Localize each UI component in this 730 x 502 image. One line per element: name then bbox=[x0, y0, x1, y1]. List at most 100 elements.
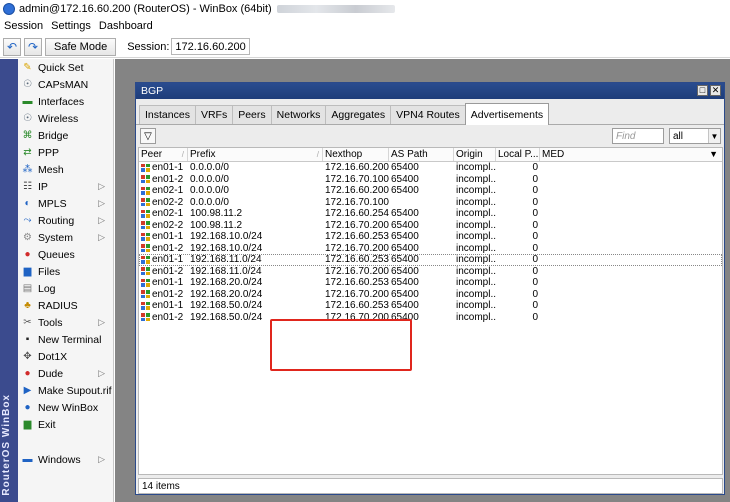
column-header-local-pref[interactable]: Local P... bbox=[496, 148, 540, 161]
cell-prefix: 0.0.0.0/0 bbox=[190, 185, 229, 196]
peer-status-icon bbox=[141, 198, 150, 207]
table-row[interactable]: en01-1 0.0.0.0/0 172.16.60.200 65400 incompl… bbox=[139, 162, 722, 174]
tab-networks[interactable]: Networks bbox=[270, 105, 327, 124]
close-icon: ✕ bbox=[711, 85, 720, 95]
cell-as-path bbox=[389, 197, 454, 209]
sidebar-item-ppp[interactable]: ⇄ PPP bbox=[18, 144, 113, 161]
sidebar-item-dude[interactable]: ● Dude ▷ bbox=[18, 365, 113, 382]
menu-session[interactable]: Session bbox=[4, 20, 43, 32]
tab-instances[interactable]: Instances bbox=[139, 105, 196, 124]
cell-med bbox=[540, 277, 590, 289]
peer-status-icon bbox=[141, 267, 150, 276]
sidebar-item-make-supout[interactable]: ▶ Make Supout.rif bbox=[18, 382, 113, 399]
sidebar-item-label: Log bbox=[38, 282, 56, 295]
table-row[interactable]: en01-2 0.0.0.0/0 172.16.70.100 65400 incompl… bbox=[139, 174, 722, 186]
peer-label: en01-2 bbox=[152, 242, 184, 254]
tab-peers[interactable]: Peers bbox=[232, 105, 272, 124]
sidebar-item-exit[interactable]: ▆ Exit bbox=[18, 416, 113, 433]
cell-origin: incompl... bbox=[456, 196, 496, 208]
table-row[interactable]: en02-2 0.0.0.0/0 172.16.70.100 incompl... 0 bbox=[139, 197, 722, 209]
session-field[interactable]: 172.16.60.200 bbox=[171, 38, 250, 55]
cell-peer: en01-2 bbox=[139, 266, 188, 278]
redo-button[interactable]: ↷ bbox=[24, 37, 42, 56]
maximize-button[interactable]: □ bbox=[697, 85, 708, 96]
bgp-window-titlebar[interactable]: BGP □ ✕ bbox=[136, 83, 724, 99]
column-label: Origin bbox=[456, 149, 483, 160]
toolbar: ↶ ↷ Safe Mode Session: 172.16.60.200 bbox=[0, 36, 730, 58]
undo-button[interactable]: ↶ bbox=[3, 37, 21, 56]
sidebar-item-label: Tools bbox=[38, 316, 63, 329]
column-label: AS Path bbox=[391, 149, 428, 160]
cell-origin: incompl... bbox=[456, 288, 496, 300]
menu-settings[interactable]: Settings bbox=[51, 20, 91, 32]
cell-med bbox=[540, 174, 590, 186]
safe-mode-button[interactable]: Safe Mode bbox=[45, 37, 117, 56]
cell-peer: en02-1 bbox=[139, 208, 188, 220]
sidebar-item-system[interactable]: ⚙ System ▷ bbox=[18, 229, 113, 246]
capsman-icon: ☉ bbox=[23, 78, 32, 90]
vertical-brand-strip: RouterOS WinBox bbox=[0, 59, 18, 502]
sidebar-item-radius[interactable]: ♣ RADIUS bbox=[18, 297, 113, 314]
bridge-icon: ⌘ bbox=[22, 129, 33, 141]
sidebar-item-new-winbox[interactable]: ● New WinBox bbox=[18, 399, 113, 416]
column-header-nexthop[interactable]: Nexthop bbox=[323, 148, 389, 161]
table-row[interactable]: en01-2 192.168.10.0/24 172.16.70.200 65400 i… bbox=[139, 243, 722, 255]
table-row[interactable]: en02-1 100.98.11.2 172.16.60.254 65400 incom… bbox=[139, 208, 722, 220]
table-row[interactable]: en01-2 192.168.20.0/24 172.16.70.200 65400 i… bbox=[139, 289, 722, 301]
cell-origin: incompl... bbox=[456, 254, 496, 265]
sidebar-item-routing[interactable]: ⤳ Routing ▷ bbox=[18, 212, 113, 229]
sidebar-item-windows[interactable]: ▬ Windows ▷ bbox=[18, 451, 113, 468]
table-row[interactable]: en02-1 0.0.0.0/0 172.16.60.200 65400 incompl… bbox=[139, 185, 722, 197]
wireless-icon: ☉ bbox=[23, 112, 32, 124]
sidebar-item-queues[interactable]: ● Queues bbox=[18, 246, 113, 263]
table-row[interactable]: en01-1 192.168.10.0/24 172.16.60.253 65400 i… bbox=[139, 231, 722, 243]
sidebar-item-label: CAPsMAN bbox=[38, 78, 89, 91]
exit-icon: ▆ bbox=[23, 418, 32, 430]
sidebar-item-label: Bridge bbox=[38, 129, 69, 142]
sidebar-item-label: Make Supout.rif bbox=[38, 384, 112, 397]
sidebar-item-wireless[interactable]: ☉ Wireless bbox=[18, 110, 113, 127]
peer-status-icon bbox=[141, 301, 150, 310]
column-header-as-path[interactable]: AS Path bbox=[389, 148, 454, 161]
column-header-peer[interactable]: Peer / bbox=[139, 148, 188, 161]
tab-vrfs[interactable]: VRFs bbox=[194, 105, 234, 124]
table-row[interactable]: en01-1 192.168.20.0/24 172.16.60.253 65400 i… bbox=[139, 277, 722, 289]
cell-prefix: 192.168.20.0/24 bbox=[190, 277, 263, 288]
peer-label: en01-1 bbox=[152, 277, 184, 288]
cell-med bbox=[540, 208, 590, 220]
table-row[interactable]: en01-2 192.168.50.0/24 172.16.70.200 65400 i… bbox=[139, 312, 722, 324]
peer-label: en02-1 bbox=[152, 208, 184, 219]
table-row[interactable]: en01-1 192.168.11.0/24 172.16.60.253 65400 i… bbox=[139, 254, 722, 266]
filter-select[interactable]: all ▼ bbox=[669, 128, 721, 144]
tab-vpn4-routes[interactable]: VPN4 Routes bbox=[390, 105, 466, 124]
table-row[interactable]: en01-2 192.168.11.0/24 172.16.70.200 65400 i… bbox=[139, 266, 722, 278]
sidebar-item-tools[interactable]: ✂ Tools ▷ bbox=[18, 314, 113, 331]
sidebar-item-mpls[interactable]: ◐ MPLS ▷ bbox=[18, 195, 113, 212]
table-row[interactable]: en01-1 192.168.50.0/24 172.16.60.253 65400 i… bbox=[139, 300, 722, 312]
column-header-origin[interactable]: Origin bbox=[454, 148, 496, 161]
find-input[interactable]: Find bbox=[612, 128, 664, 144]
sidebar-item-log[interactable]: ▤ Log bbox=[18, 280, 113, 297]
menu-dashboard[interactable]: Dashboard bbox=[99, 20, 153, 32]
sidebar-item-new-terminal[interactable]: ▪ New Terminal bbox=[18, 331, 113, 348]
table-row[interactable]: en02-2 100.98.11.2 172.16.70.200 65400 incom… bbox=[139, 220, 722, 232]
sidebar-item-interfaces[interactable]: ▬ Interfaces bbox=[18, 93, 113, 110]
filter-button[interactable]: ▽ bbox=[140, 128, 156, 144]
column-header-med[interactable]: MED bbox=[540, 148, 590, 161]
sidebar-item-label: Interfaces bbox=[38, 95, 85, 108]
sidebar-item-bridge[interactable]: ⌘ Bridge bbox=[18, 127, 113, 144]
sidebar-item-files[interactable]: ▆ Files bbox=[18, 263, 113, 280]
close-button[interactable]: ✕ bbox=[710, 85, 721, 96]
sidebar-item-label: New Terminal bbox=[38, 333, 102, 346]
column-header-prefix[interactable]: Prefix / bbox=[188, 148, 323, 161]
sidebar-item-mesh[interactable]: ⁂ Mesh bbox=[18, 161, 113, 178]
sidebar-item-dot1x[interactable]: ✥ Dot1X bbox=[18, 348, 113, 365]
sidebar-item-capsman[interactable]: ☉ CAPsMAN bbox=[18, 76, 113, 93]
sidebar-item-quick-set[interactable]: ✎ Quick Set bbox=[18, 59, 113, 76]
cell-med bbox=[540, 312, 590, 324]
tab-aggregates[interactable]: Aggregates bbox=[325, 105, 392, 124]
columns-menu-icon[interactable]: ▼ bbox=[709, 149, 718, 159]
tab-advertisements[interactable]: Advertisements bbox=[464, 103, 550, 125]
sidebar-item-ip[interactable]: ☷ IP ▷ bbox=[18, 178, 113, 195]
peer-label: en01-1 bbox=[152, 254, 184, 265]
